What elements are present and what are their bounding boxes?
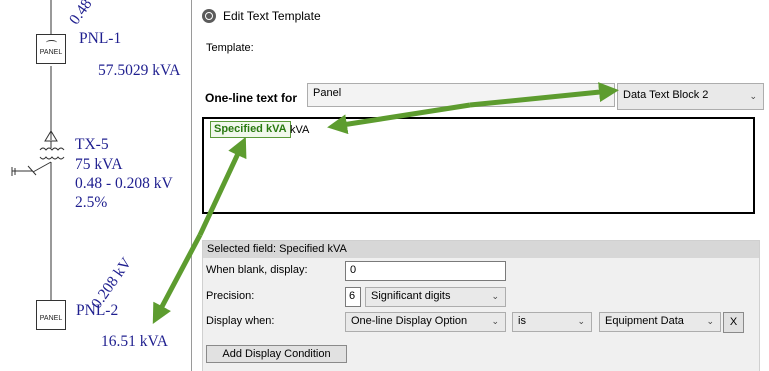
condition-operator-select[interactable]: is ⌄ (512, 312, 592, 332)
precision-mode-select[interactable]: Significant digits ⌄ (365, 287, 506, 307)
blank-display-label: When blank, display: (206, 264, 308, 276)
chevron-down-icon: ⌄ (706, 316, 714, 326)
panel1-label[interactable]: PNL-1 (79, 30, 121, 48)
condition-value-select[interactable]: Equipment Data ⌄ (599, 312, 721, 332)
dialog-title: Edit Text Template (223, 8, 321, 23)
display-when-label: Display when: (206, 315, 275, 327)
template-label: Template: (206, 42, 254, 54)
precision-label: Precision: (206, 290, 255, 302)
template-editor[interactable]: Specified kVA kVA (202, 117, 755, 214)
transformer-impedance: 2.5% (75, 194, 108, 211)
panel2-kva: 16.51 kVA (101, 333, 168, 350)
panel2-label[interactable]: PNL-2 (76, 302, 118, 320)
panel-symbol-1[interactable]: PANEL (36, 34, 66, 64)
transformer-voltage: 0.48 - 0.208 kV (75, 175, 173, 192)
dialog-content: Template: One-line text for Panel Data T… (192, 31, 769, 371)
unit-text: kVA (290, 124, 310, 136)
app-icon (202, 8, 216, 23)
field-chip-specified-kva[interactable]: Specified kVA (210, 121, 291, 138)
oneline-type-field[interactable]: Panel (307, 83, 615, 107)
transformer-name[interactable]: TX-5 (75, 136, 109, 154)
chevron-down-icon: ⌄ (491, 291, 499, 301)
chevron-down-icon: ⌄ (577, 316, 585, 326)
edit-text-template-dialog: Edit Text Template Template: One-line te… (191, 0, 769, 371)
chevron-down-icon: ⌄ (749, 91, 757, 101)
blank-display-input[interactable]: 0 (345, 261, 506, 281)
selected-field-header: Selected field: Specified kVA (203, 241, 759, 258)
panel1-kva: 57.5029 kVA (98, 62, 181, 79)
add-display-condition-button[interactable]: Add Display Condition (206, 345, 347, 363)
chevron-down-icon: ⌄ (491, 316, 499, 326)
condition-field-select[interactable]: One-line Display Option ⌄ (345, 312, 506, 332)
transformer-kva: 75 kVA (75, 156, 123, 173)
oneline-text-label: One-line text for (205, 91, 298, 105)
precision-input[interactable]: 6 (345, 287, 361, 307)
data-block-select[interactable]: Data Text Block 2 ⌄ (617, 83, 764, 110)
dialog-titlebar[interactable]: Edit Text Template (192, 0, 769, 31)
selected-field-group: Selected field: Specified kVA When blank… (202, 240, 760, 371)
remove-condition-button[interactable]: X (723, 312, 744, 333)
panel-symbol-2[interactable]: PANEL (36, 300, 66, 330)
